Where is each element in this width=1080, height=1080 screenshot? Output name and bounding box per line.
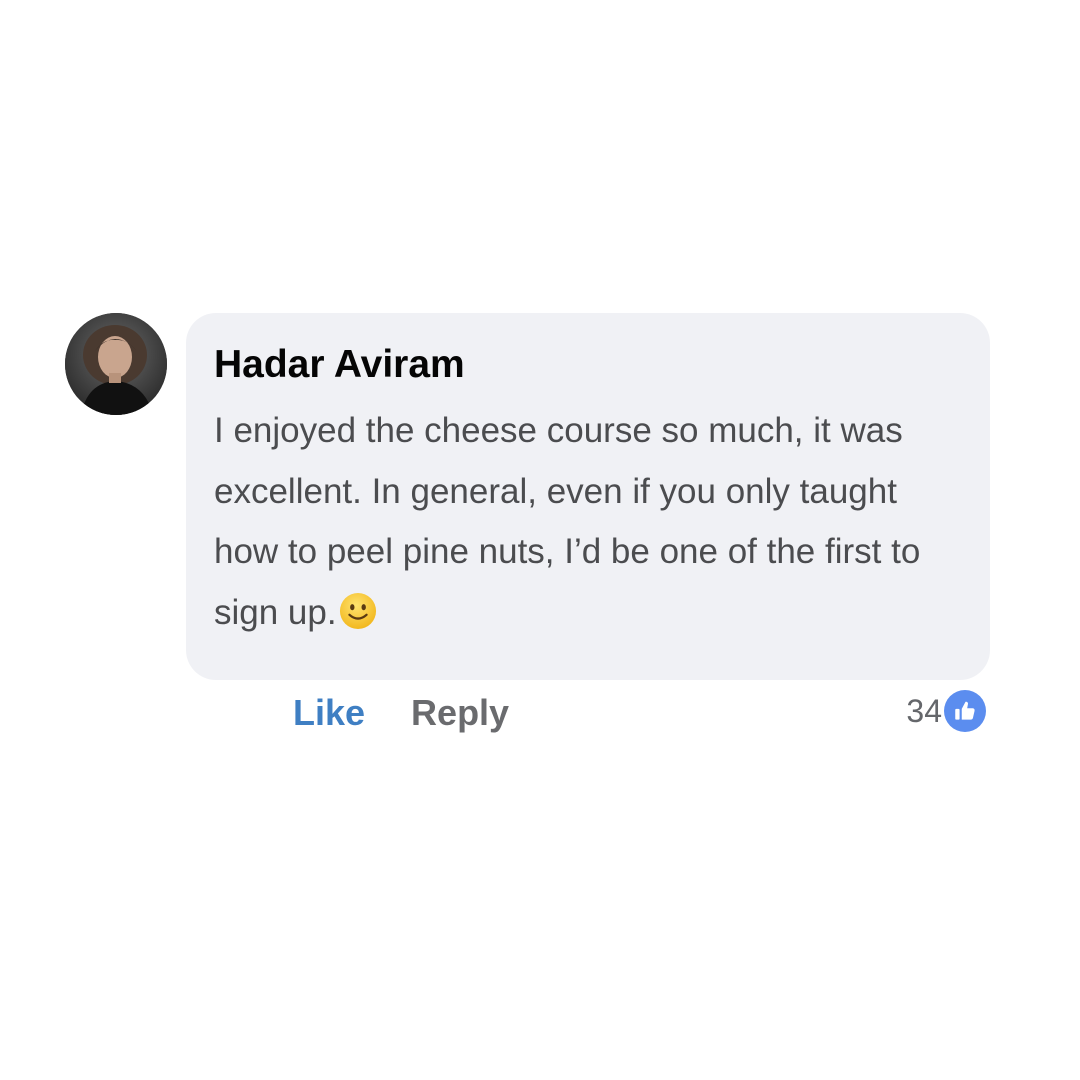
comment-actions: Like Reply: [293, 688, 509, 738]
comment-text: I enjoyed the cheese course so much, it …: [214, 411, 921, 632]
like-button[interactable]: Like: [293, 692, 365, 734]
like-count: 34: [906, 692, 942, 729]
comment-body: I enjoyed the cheese course so much, it …: [214, 401, 934, 643]
comment-card: Hadar Aviram I enjoyed the cheese course…: [0, 0, 1080, 1080]
avatar[interactable]: [65, 313, 167, 415]
thumbs-up-icon: [944, 690, 986, 732]
reply-button[interactable]: Reply: [411, 692, 509, 734]
reaction-summary[interactable]: 34: [906, 688, 986, 734]
author-name[interactable]: Hadar Aviram: [214, 341, 950, 389]
comment-bubble: Hadar Aviram I enjoyed the cheese course…: [186, 313, 990, 680]
slightly-smiling-face-icon: [339, 592, 377, 630]
